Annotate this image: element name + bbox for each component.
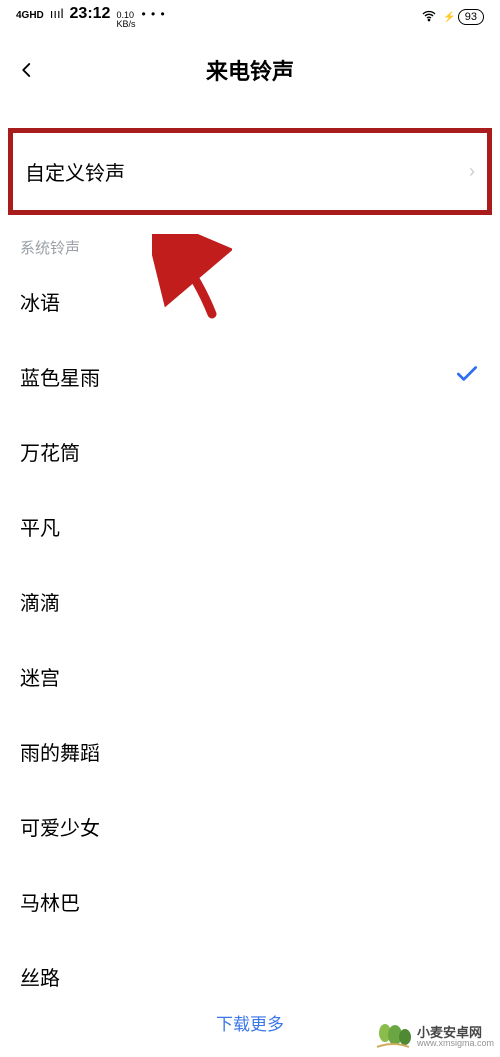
ringtone-row[interactable]: 雨的舞蹈: [0, 714, 500, 789]
content: 自定义铃声 › 系统铃声 冰语 蓝色星雨 万花筒 平凡 滴滴 迷宫 雨的舞蹈: [0, 110, 500, 1057]
more-icon: • • •: [141, 7, 165, 21]
ringtone-label: 冰语: [20, 287, 60, 316]
charging-icon: ⚡: [443, 12, 455, 23]
status-bar: 4GHD ıııl 23:12 0.10KB/s • • • ⚡ 93: [0, 0, 500, 34]
ringtone-label: 雨的舞蹈: [20, 737, 100, 766]
check-icon: [454, 361, 480, 392]
ringtone-list: 冰语 蓝色星雨 万花筒 平凡 滴滴 迷宫 雨的舞蹈 可爱少女 马林巴: [0, 264, 500, 1014]
status-left: 4GHD ıııl 23:12 0.10KB/s • • •: [16, 5, 166, 29]
ringtone-label: 马林巴: [20, 887, 80, 916]
ringtone-label: 迷宫: [20, 662, 60, 691]
signal-bars-icon: ıııl: [50, 6, 64, 21]
chevron-right-icon: ›: [469, 161, 475, 182]
custom-ringtone-label: 自定义铃声: [25, 157, 125, 186]
ringtone-row[interactable]: 万花筒: [0, 414, 500, 489]
nav-header: 来电铃声: [0, 42, 500, 98]
wifi-icon: [421, 8, 437, 27]
watermark-domain: www.xmsigma.com: [417, 1039, 494, 1048]
ringtone-label: 滴滴: [20, 587, 60, 616]
ringtone-row[interactable]: 滴滴: [0, 564, 500, 639]
status-right: ⚡ 93: [421, 8, 484, 27]
watermark-logo-icon: [373, 1023, 413, 1051]
ringtone-row[interactable]: 可爱少女: [0, 789, 500, 864]
ringtone-label: 万花筒: [20, 437, 80, 466]
watermark-text: 小麦安卓网 www.xmsigma.com: [417, 1026, 494, 1048]
ringtone-row[interactable]: 平凡: [0, 489, 500, 564]
section-title-system: 系统铃声: [0, 219, 500, 264]
battery-percent: 93: [465, 11, 477, 23]
ringtone-row[interactable]: 迷宫: [0, 639, 500, 714]
ringtone-label: 丝路: [20, 962, 60, 991]
battery-pill: 93: [458, 9, 484, 25]
ringtone-label: 可爱少女: [20, 812, 100, 841]
network-badge: 4GHD: [16, 10, 44, 21]
ringtone-row[interactable]: 冰语: [0, 264, 500, 339]
ringtone-label: 平凡: [20, 512, 60, 541]
custom-ringtone-row[interactable]: 自定义铃声 ›: [8, 128, 492, 215]
ringtone-row[interactable]: 蓝色星雨: [0, 339, 500, 414]
custom-ringtone-wrap: 自定义铃声 ›: [0, 110, 500, 219]
ringtone-label: 蓝色星雨: [20, 362, 100, 391]
status-time: 23:12: [70, 5, 111, 23]
net-speed: 0.10KB/s: [116, 11, 135, 29]
ringtone-row[interactable]: 丝路: [0, 939, 500, 1014]
page-title: 来电铃声: [206, 54, 294, 86]
chevron-left-icon: [18, 61, 36, 79]
battery-indicator: ⚡ 93: [443, 9, 484, 25]
watermark: 小麦安卓网 www.xmsigma.com: [373, 1023, 494, 1051]
ringtone-row[interactable]: 马林巴: [0, 864, 500, 939]
back-button[interactable]: [12, 55, 42, 85]
